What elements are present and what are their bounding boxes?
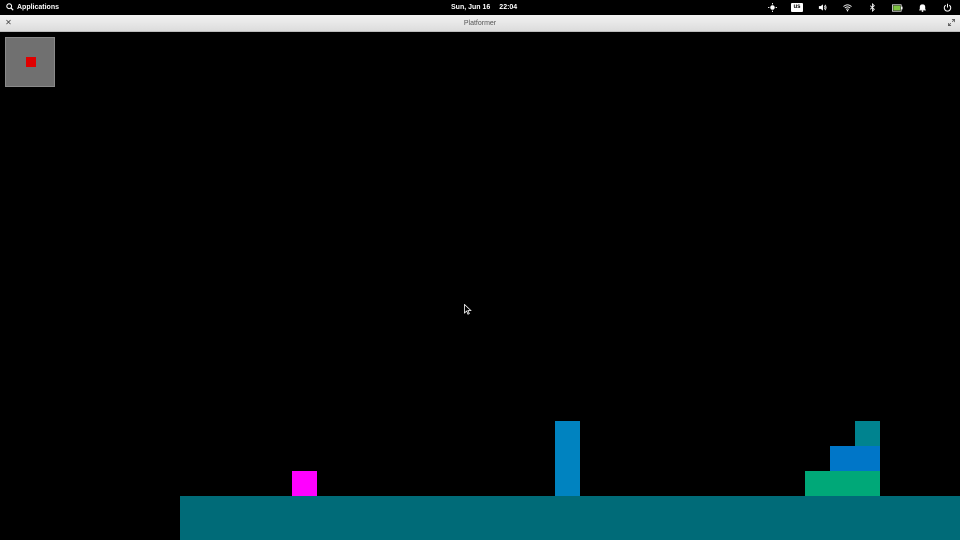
- volume-icon[interactable]: [815, 1, 829, 15]
- night-light-icon[interactable]: [765, 1, 779, 15]
- stair-block-bottom: [805, 471, 880, 496]
- top-panel: Applications Sun, Jun 16 22:04 us: [0, 0, 960, 15]
- keyboard-layout-indicator[interactable]: us: [790, 1, 804, 15]
- maximize-icon[interactable]: [947, 18, 956, 27]
- minimap-player-marker: [26, 57, 36, 67]
- game-canvas[interactable]: [0, 32, 960, 540]
- mouse-cursor-icon: [464, 304, 472, 315]
- search-icon: [6, 2, 14, 13]
- date-label: Sun, Jun 16: [451, 4, 491, 11]
- applications-menu[interactable]: Applications: [6, 0, 59, 15]
- time-label: 22:04: [499, 4, 518, 11]
- bluetooth-icon[interactable]: [865, 1, 879, 15]
- keyboard-layout-label: us: [791, 3, 803, 12]
- stair-block-top: [855, 421, 880, 446]
- applications-label: Applications: [17, 4, 60, 11]
- date-time[interactable]: Sun, Jun 16 22:04: [451, 0, 517, 15]
- power-icon[interactable]: [940, 1, 954, 15]
- battery-icon[interactable]: [890, 1, 904, 15]
- minimap: [5, 37, 55, 87]
- window-titlebar[interactable]: ✕ Platformer: [0, 15, 960, 32]
- wifi-icon[interactable]: [840, 1, 854, 15]
- stair-block-middle: [830, 446, 880, 471]
- ground-platform: [180, 496, 960, 540]
- window-title: Platformer: [463, 19, 497, 27]
- pillar-block: [555, 421, 580, 496]
- notification-bell-icon[interactable]: [915, 1, 929, 15]
- system-tray: us: [765, 0, 954, 15]
- player-character: [292, 471, 317, 496]
